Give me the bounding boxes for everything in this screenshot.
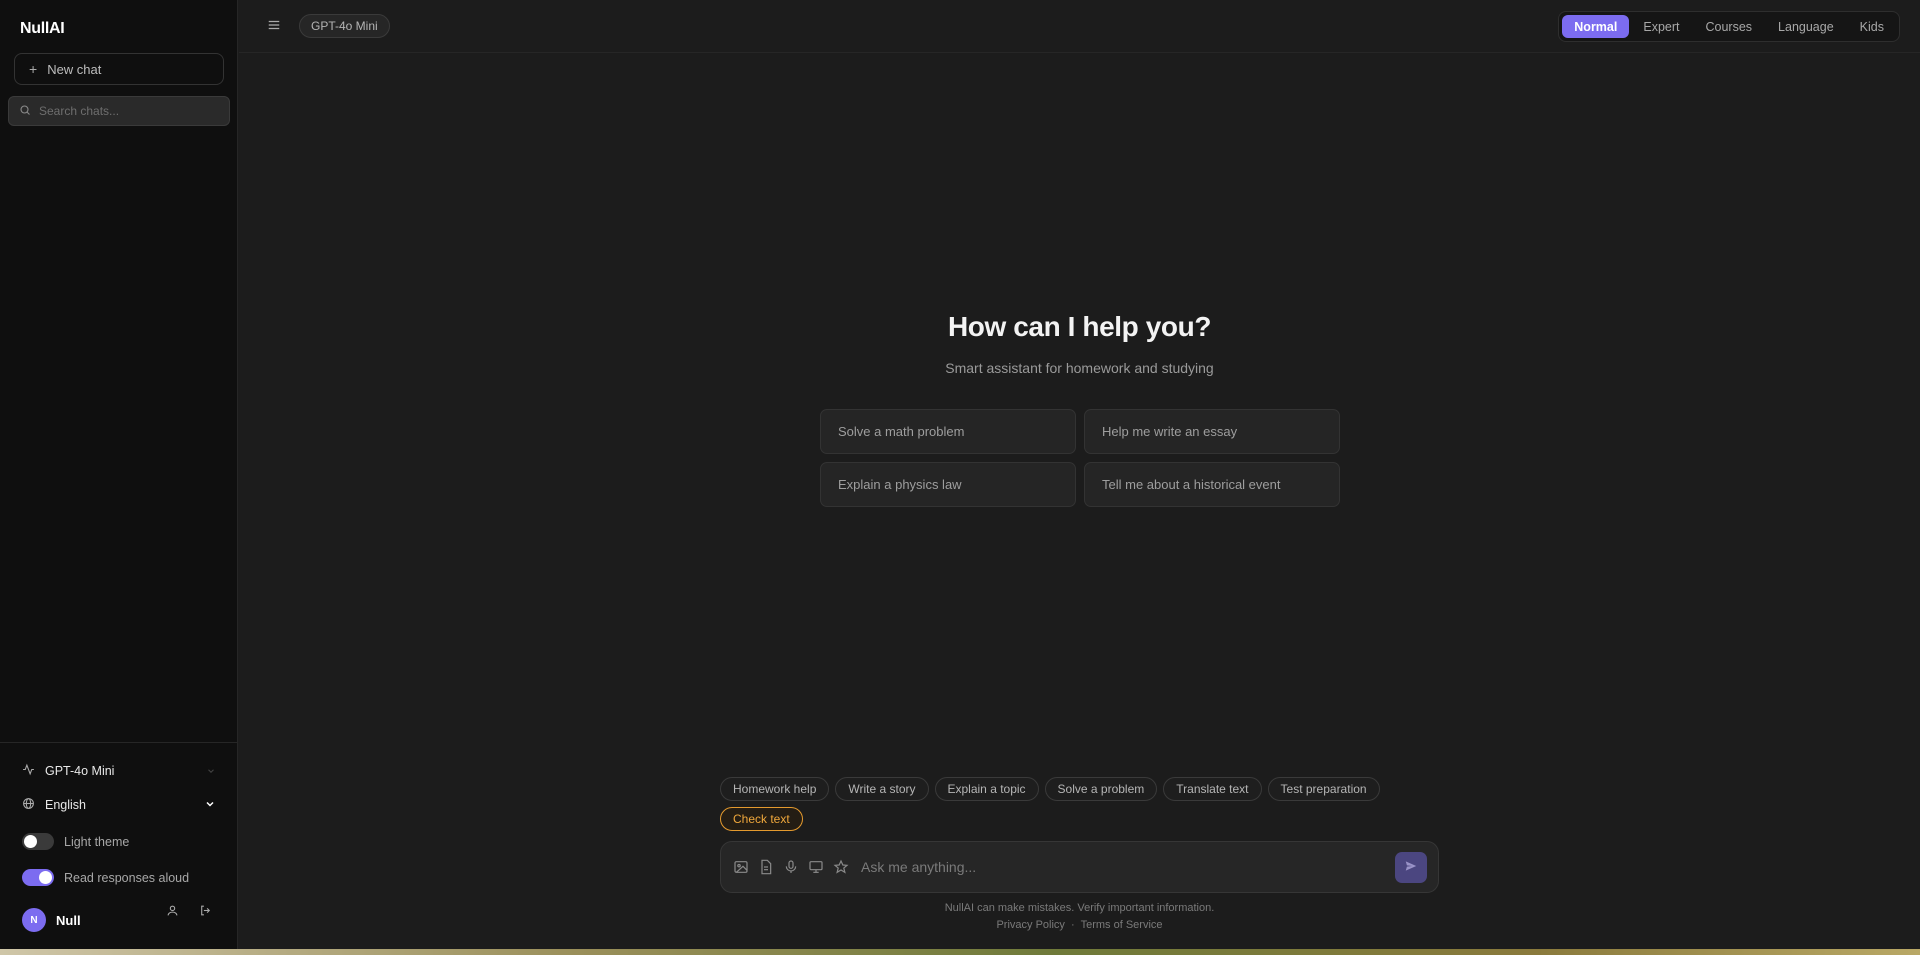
sidebar-settings: GPT-4o Mini English Light theme Read res… [0,742,238,949]
chip-check-text[interactable]: Check text [720,807,803,831]
monitor-icon[interactable] [808,859,824,875]
composer-tools [733,859,849,875]
globe-icon [22,797,35,813]
suggestion-card[interactable]: Solve a math problem [820,409,1076,454]
image-icon[interactable] [733,859,749,875]
logout-icon[interactable] [199,904,212,920]
light-theme-label: Light theme [64,834,130,849]
chip-homework-help[interactable]: Homework help [720,777,830,801]
bottom-strip [0,949,1920,955]
user-name: Null [56,912,81,928]
chevron-down-icon [206,764,216,779]
chip-explain-topic[interactable]: Explain a topic [934,777,1039,801]
light-theme-toggle[interactable] [22,833,54,850]
model-label: GPT-4o Mini [45,764,115,778]
user-actions [166,904,212,920]
new-chat-label: New chat [47,61,102,77]
suggestion-card[interactable]: Tell me about a historical event [1084,462,1340,507]
mode-tabs: Normal Expert Courses Language Kids [1558,11,1900,42]
read-aloud-setting: Read responses aloud [22,869,189,886]
activity-icon [22,763,35,779]
chevron-down-icon [204,798,216,813]
read-aloud-label: Read responses aloud [64,870,190,885]
search-icon [19,104,31,119]
user-profile: N Null [22,908,81,932]
language-selector[interactable]: English [22,797,216,813]
chip-solve-problem[interactable]: Solve a problem [1044,777,1158,801]
tab-expert[interactable]: Expert [1631,15,1691,38]
send-icon [1404,859,1418,876]
read-aloud-toggle[interactable] [22,869,54,886]
avatar: N [22,908,46,932]
chip-test-preparation[interactable]: Test preparation [1267,777,1380,801]
disclaimer: NullAI can make mistakes. Verify importa… [944,902,1215,914]
tab-normal[interactable]: Normal [1562,15,1630,38]
suggestion-card[interactable]: Explain a physics law [820,462,1076,507]
send-button[interactable] [1395,852,1427,883]
message-input[interactable] [861,859,1391,875]
separator: · [1070,919,1075,931]
suggestion-card[interactable]: Help me write an essay [1084,409,1340,454]
new-chat-button[interactable]: + New chat [14,53,224,85]
document-icon[interactable] [758,859,774,875]
tab-kids[interactable]: Kids [1848,15,1896,38]
suggestion-grid: Solve a math problem Help me write an es… [820,409,1340,507]
chip-translate-text[interactable]: Translate text [1163,777,1262,801]
quick-action-chips: Homework help Write a story Explain a to… [720,777,1440,831]
message-composer [720,841,1439,893]
top-bar: GPT-4o Mini Normal Expert Courses Langua… [239,0,1920,53]
language-label: English [45,798,86,812]
search-chats-box [8,96,230,126]
hero-subtitle: Smart assistant for homework and studyin… [945,360,1214,376]
app-logo: NullAI [20,20,65,37]
tab-courses[interactable]: Courses [1694,15,1765,38]
star-icon[interactable] [833,859,849,875]
light-theme-setting: Light theme [22,833,129,850]
model-chip[interactable]: GPT-4o Mini [299,14,390,38]
sidebar: NullAI + New chat GPT-4o Mini English [0,0,238,949]
chip-write-story[interactable]: Write a story [835,777,929,801]
model-selector[interactable]: GPT-4o Mini [22,763,216,779]
tab-language[interactable]: Language [1766,15,1846,38]
hero-title: How can I help you? [947,311,1212,342]
menu-icon[interactable] [267,18,281,35]
plus-icon: + [29,61,38,77]
footer-links: Privacy Policy · Terms of Service [720,919,1439,931]
terms-link[interactable]: Terms of Service [1081,919,1163,931]
user-icon[interactable] [166,904,179,920]
search-chats-input[interactable] [39,104,219,118]
microphone-icon[interactable] [783,859,799,875]
privacy-link[interactable]: Privacy Policy [996,919,1064,931]
